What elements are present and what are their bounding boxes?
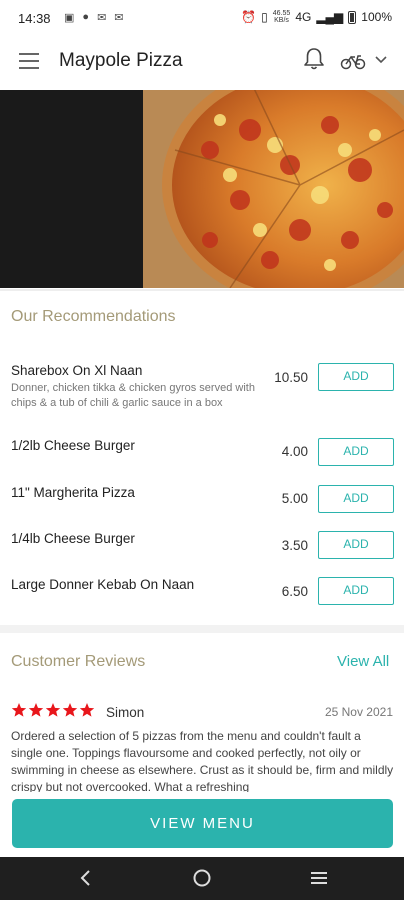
- alarm-icon: ⏰: [241, 10, 257, 24]
- hero-pizza-image: [0, 90, 404, 288]
- view-all-link[interactable]: View All: [337, 653, 389, 670]
- home-icon[interactable]: [192, 868, 212, 888]
- network-speed: 46.55 KB/s: [272, 10, 291, 24]
- back-icon[interactable]: [77, 868, 95, 888]
- delivery-bike-icon[interactable]: [340, 52, 366, 70]
- item-name: 11" Margherita Pizza: [11, 485, 135, 500]
- hamburger-menu-icon[interactable]: [19, 53, 39, 69]
- section-divider: [0, 625, 404, 633]
- add-button[interactable]: ADD: [318, 577, 394, 605]
- item-name: 1/4lb Cheese Burger: [11, 531, 135, 546]
- vibrate-icon: ▯: [261, 10, 268, 24]
- review-date: 25 Nov 2021: [324, 705, 393, 719]
- star-icon: [62, 703, 78, 717]
- item-description: Donner, chicken tikka & chicken gyros se…: [11, 382, 255, 409]
- status-time: 14:38: [18, 11, 51, 26]
- app-notification-icon: ●: [82, 11, 90, 23]
- divider: [0, 289, 404, 291]
- star-rating: [11, 702, 95, 718]
- item-price: 3.50: [281, 538, 308, 553]
- system-nav-bar: [0, 857, 404, 900]
- recent-apps-icon[interactable]: [309, 868, 329, 888]
- star-icon: [45, 703, 61, 717]
- reviewer-name: Simon: [106, 705, 145, 720]
- item-price: 10.50: [274, 370, 308, 385]
- battery-percent: 100%: [361, 10, 392, 24]
- mail-icon: ✉: [114, 12, 124, 24]
- pizza-illustration: [162, 90, 404, 288]
- status-right: ⏰ ▯ 46.55 KB/s 4G ▂▄▆ 100%: [241, 10, 392, 24]
- item-name: Sharebox On Xl Naan: [11, 363, 143, 378]
- add-button[interactable]: ADD: [318, 485, 394, 513]
- star-icon: [28, 703, 44, 717]
- signal-icon: ▂▄▆: [316, 10, 344, 24]
- chevron-down-icon[interactable]: [375, 56, 387, 64]
- reviews-title: Customer Reviews: [11, 653, 146, 670]
- add-button[interactable]: ADD: [318, 438, 394, 466]
- page-title: Maypole Pizza: [59, 50, 183, 71]
- star-icon: [11, 703, 27, 717]
- recommendations-title: Our Recommendations: [11, 308, 176, 325]
- add-button[interactable]: ADD: [318, 531, 394, 559]
- item-price: 4.00: [281, 444, 308, 459]
- add-button[interactable]: ADD: [318, 363, 394, 391]
- item-price: 6.50: [281, 584, 308, 599]
- mail-icon: ✉: [97, 12, 107, 24]
- app-bar: Maypole Pizza: [0, 36, 404, 90]
- sim-icon: ▣: [64, 12, 75, 24]
- battery-icon: [348, 10, 357, 24]
- item-name: Large Donner Kebab On Naan: [11, 577, 195, 592]
- item-name: 1/2lb Cheese Burger: [11, 438, 135, 453]
- review-text: Ordered a selection of 5 pizzas from the…: [11, 729, 394, 792]
- star-icon: [79, 703, 95, 717]
- notification-bell-icon[interactable]: [302, 46, 326, 72]
- network-label: 4G: [295, 10, 312, 24]
- status-bar: 14:38 ▣ ● ✉ ✉ ⏰ ▯ 46.55 KB/s 4G ▂▄▆ 100%: [0, 0, 404, 36]
- notification-icons: ▣ ● ✉ ✉: [64, 11, 124, 24]
- item-price: 5.00: [281, 491, 308, 506]
- view-menu-button[interactable]: VIEW MENU: [12, 799, 393, 848]
